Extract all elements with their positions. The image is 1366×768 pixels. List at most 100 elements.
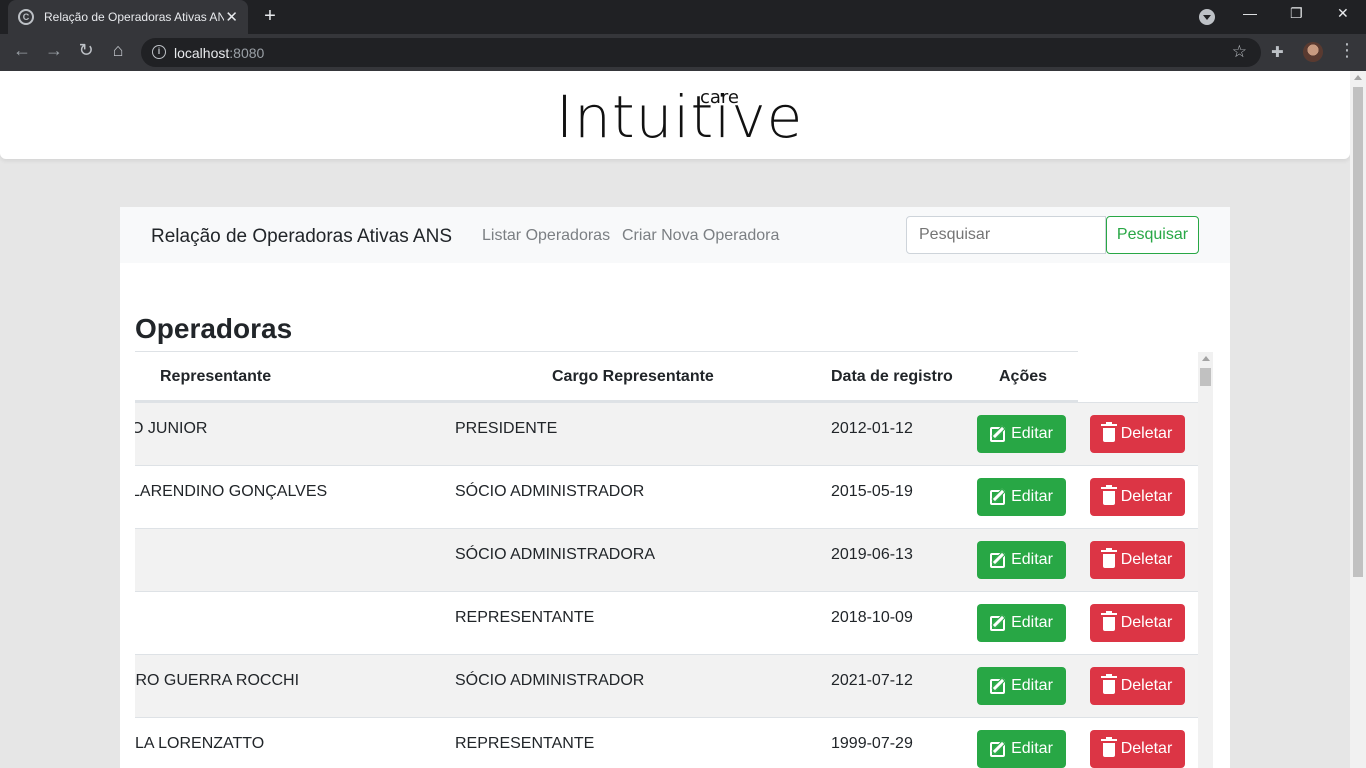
table-row: IRO GUERRA ROCCHI SÓCIO ADMINISTRADOR 20… <box>135 654 1198 717</box>
edit-icon <box>990 426 1006 442</box>
edit-icon <box>990 678 1006 694</box>
edit-icon <box>990 741 1006 757</box>
tab-title: Relação de Operadoras Ativas ANS <box>44 10 224 24</box>
bookmark-star-icon[interactable]: ☆ <box>1232 42 1247 62</box>
edit-button[interactable]: Editar <box>977 730 1066 768</box>
cell-data: 2015-05-19 <box>831 483 913 500</box>
page-viewport: Intuitive care Relação de Operadoras Ati… <box>0 71 1366 768</box>
edit-button[interactable]: Editar <box>977 415 1066 453</box>
logo-sub: care <box>700 87 740 108</box>
trash-icon <box>1100 485 1117 505</box>
col-cargo: Cargo Representante <box>552 368 714 385</box>
browser-menu-icon[interactable]: ⋮ <box>1338 40 1356 61</box>
table-row: SÓCIO ADMINISTRADORA 2019-06-13 Editar D… <box>135 528 1198 591</box>
cell-cargo: SÓCIO ADMINISTRADORA <box>455 546 656 563</box>
edit-label: Editar <box>1011 740 1053 757</box>
url-port: :8080 <box>229 45 265 61</box>
scroll-thumb[interactable] <box>1200 368 1211 386</box>
edit-icon <box>990 615 1006 631</box>
new-tab-icon[interactable]: + <box>260 5 280 28</box>
nav-link-criar[interactable]: Criar Nova Operadora <box>622 227 779 245</box>
delete-button[interactable]: Deletar <box>1090 730 1185 768</box>
back-icon[interactable]: ← <box>10 40 34 61</box>
tab-search-icon[interactable] <box>1199 9 1215 25</box>
page-title: Operadoras <box>135 313 293 344</box>
cell-data: 2019-06-13 <box>831 546 913 563</box>
edit-button[interactable]: Editar <box>977 541 1066 579</box>
edit-button[interactable]: Editar <box>977 667 1066 705</box>
cell-cargo: SÓCIO ADMINISTRADOR <box>455 672 645 689</box>
page-scrollbar[interactable] <box>1350 71 1366 768</box>
cell-representante: LA LORENZATTO <box>135 735 265 752</box>
url-text: localhost:8080 <box>174 45 264 61</box>
navbar: Relação de Operadoras Ativas ANS Listar … <box>120 207 1230 263</box>
edit-label: Editar <box>1011 614 1053 631</box>
edit-label: Editar <box>1011 425 1053 442</box>
intuitive-care-logo: Intuitive care <box>556 83 802 149</box>
trash-icon <box>1100 548 1117 568</box>
edit-label: Editar <box>1011 488 1053 505</box>
delete-button[interactable]: Deletar <box>1090 478 1185 516</box>
cell-cargo: REPRESENTANTE <box>455 735 595 752</box>
cell-representante: IRO GUERRA ROCCHI <box>135 672 300 689</box>
delete-label: Deletar <box>1120 740 1173 757</box>
table-scrollbar[interactable] <box>1198 352 1213 768</box>
delete-button[interactable]: Deletar <box>1090 541 1185 579</box>
delete-label: Deletar <box>1120 425 1173 442</box>
col-representante: Representante <box>160 368 272 385</box>
cell-cargo: REPRESENTANTE <box>455 609 595 626</box>
cell-data: 2018-10-09 <box>831 609 913 626</box>
delete-button[interactable]: Deletar <box>1090 667 1185 705</box>
edit-button[interactable]: Editar <box>977 604 1066 642</box>
cell-cargo: PRESIDENTE <box>455 420 558 437</box>
trash-icon <box>1100 737 1117 757</box>
forward-icon[interactable]: → <box>42 40 66 61</box>
edit-icon <box>990 489 1006 505</box>
cell-representante: O JUNIOR <box>135 420 208 437</box>
main-panel: Relação de Operadoras Ativas ANS Listar … <box>120 207 1230 768</box>
url-host: localhost <box>174 45 230 61</box>
site-info-icon[interactable]: i <box>152 45 166 59</box>
cell-representante: LARENDINO GONÇALVES <box>135 483 328 500</box>
edit-label: Editar <box>1011 551 1053 568</box>
minimize-icon[interactable]: — <box>1243 5 1257 21</box>
col-acoes: Ações <box>999 368 1048 385</box>
delete-label: Deletar <box>1120 614 1173 631</box>
delete-label: Deletar <box>1120 551 1173 568</box>
scroll-up-icon[interactable] <box>1354 75 1362 80</box>
cell-data: 2021-07-12 <box>831 672 913 689</box>
cell-data: 1999-07-29 <box>831 735 913 752</box>
search-input[interactable] <box>906 216 1106 254</box>
reload-icon[interactable]: ↻ <box>74 40 98 61</box>
logo-word: Intuitive <box>556 83 804 151</box>
delete-button[interactable]: Deletar <box>1090 604 1185 642</box>
profile-avatar[interactable] <box>1303 42 1323 62</box>
delete-label: Deletar <box>1120 677 1173 694</box>
edit-label: Editar <box>1011 677 1053 694</box>
trash-icon <box>1100 611 1117 631</box>
browser-tab-bar: C Relação de Operadoras Ativas ANS ✕ + —… <box>0 0 1366 34</box>
favicon-icon: C <box>18 9 34 25</box>
site-header: Intuitive care <box>0 71 1350 159</box>
table-row: LARENDINO GONÇALVES SÓCIO ADMINISTRADOR … <box>135 465 1198 528</box>
trash-icon <box>1100 422 1117 442</box>
nav-link-listar[interactable]: Listar Operadoras <box>482 227 610 245</box>
scroll-thumb[interactable] <box>1353 87 1363 577</box>
edit-icon <box>990 552 1006 568</box>
navbar-brand[interactable]: Relação de Operadoras Ativas ANS <box>151 226 452 248</box>
cell-cargo: SÓCIO ADMINISTRADOR <box>455 483 645 500</box>
scroll-up-icon[interactable] <box>1202 356 1210 361</box>
address-bar[interactable]: i localhost:8080 ☆ <box>141 38 1261 67</box>
home-icon[interactable]: ⌂ <box>106 40 130 61</box>
browser-tab[interactable]: C Relação de Operadoras Ativas ANS ✕ <box>8 0 248 34</box>
close-window-icon[interactable]: ✕ <box>1337 5 1349 22</box>
delete-button[interactable]: Deletar <box>1090 415 1185 453</box>
table-header: Representante Cargo Representante Data d… <box>135 352 1078 402</box>
edit-button[interactable]: Editar <box>977 478 1066 516</box>
restore-icon[interactable]: ❐ <box>1290 5 1303 22</box>
close-tab-icon[interactable]: ✕ <box>225 8 238 26</box>
search-button[interactable]: Pesquisar <box>1106 216 1199 254</box>
extensions-icon[interactable]: ✚ <box>1271 43 1284 61</box>
delete-label: Deletar <box>1120 488 1173 505</box>
table-row: O JUNIOR PRESIDENTE 2012-01-12 Editar De… <box>135 402 1198 465</box>
